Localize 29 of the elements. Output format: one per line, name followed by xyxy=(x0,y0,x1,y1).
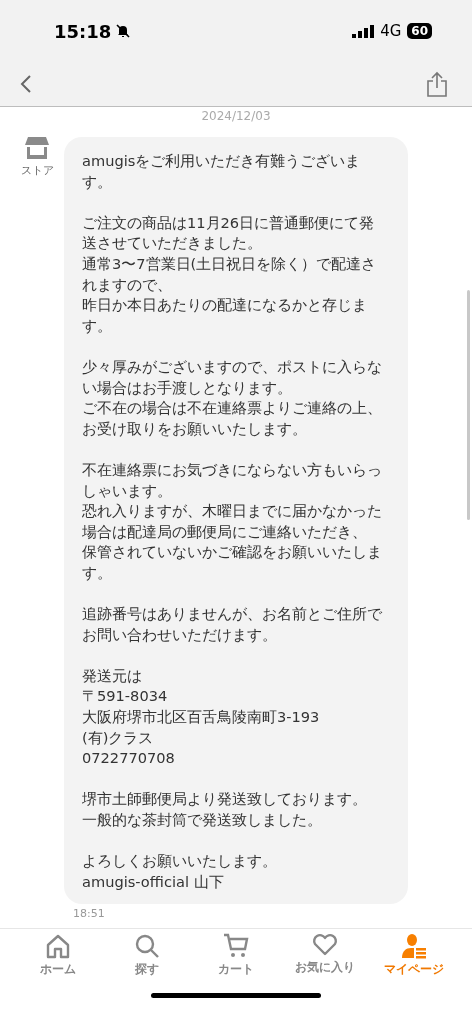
sender-label: ストア xyxy=(20,163,54,178)
cart-icon xyxy=(223,933,249,959)
tab-bar-item[interactable]: マイページ xyxy=(375,933,452,978)
message-time: 18:51 xyxy=(73,907,106,921)
back-icon[interactable] xyxy=(20,74,32,94)
tab-bar-item[interactable]: お気に入り xyxy=(286,933,363,976)
date-label: 2024/12/03 xyxy=(200,109,272,123)
battery-level: 60 xyxy=(407,23,432,39)
network-type: 4G xyxy=(380,22,402,40)
home-icon xyxy=(45,933,72,959)
search-icon xyxy=(134,933,161,959)
store-icon xyxy=(25,137,49,159)
message-paragraph: 堺市土師郵便局より発送致しております。 一般的な茶封筒で発送致しました。 xyxy=(82,789,368,830)
bell-muted-icon xyxy=(115,23,132,39)
status-time: 15:18 xyxy=(54,20,112,42)
share-icon[interactable] xyxy=(426,71,448,97)
message-paragraph: 追跡番号はありませんが、お名前とご住所で お問い合わせいただけます。 xyxy=(82,604,383,645)
tab-bar-item[interactable]: カート xyxy=(198,933,274,978)
message-paragraph: 不在連絡票にお気づきにならない方もいらっ しゃいます。 恐れ入りますが、木曜日までに届かなかった 場合は配達局の郵便局にご連絡いただき、 保管されていないかご確認をお願いいたしま す。 xyxy=(82,459,383,583)
message-paragraph: よろしくお願いいたします。 amugis-official 山下 xyxy=(82,851,278,892)
message-paragraph: 発送元は 〒591-8034 大阪府堺市北区百舌鳥陵南町3-193 (有)クラス 0722770708 xyxy=(82,665,321,769)
tab-bar-item[interactable]: ホーム xyxy=(20,933,97,978)
signal-icon xyxy=(352,24,375,38)
person-icon xyxy=(400,933,427,959)
message-paragraph: amugisをご利用いただき有難うございま す。 xyxy=(82,151,362,192)
heart-icon xyxy=(311,933,338,957)
message-paragraph: 少々厚みがございますので、ポストに入らな い場合はお手渡しとなります。 ご不在の場合は不在連絡票よりご連絡の上、 お受け取りをお願いいたします。 xyxy=(82,356,383,439)
tab-bar-item[interactable]: 探す xyxy=(109,933,186,978)
message-paragraph: ご注文の商品は11月26日に普通郵便にて発 送させていただきました。 通常3〜7営業日(土日祝日を除く）で配達さ れますので、 昨日か本日あたりの配達になるかと存じま す。 xyxy=(82,212,378,336)
